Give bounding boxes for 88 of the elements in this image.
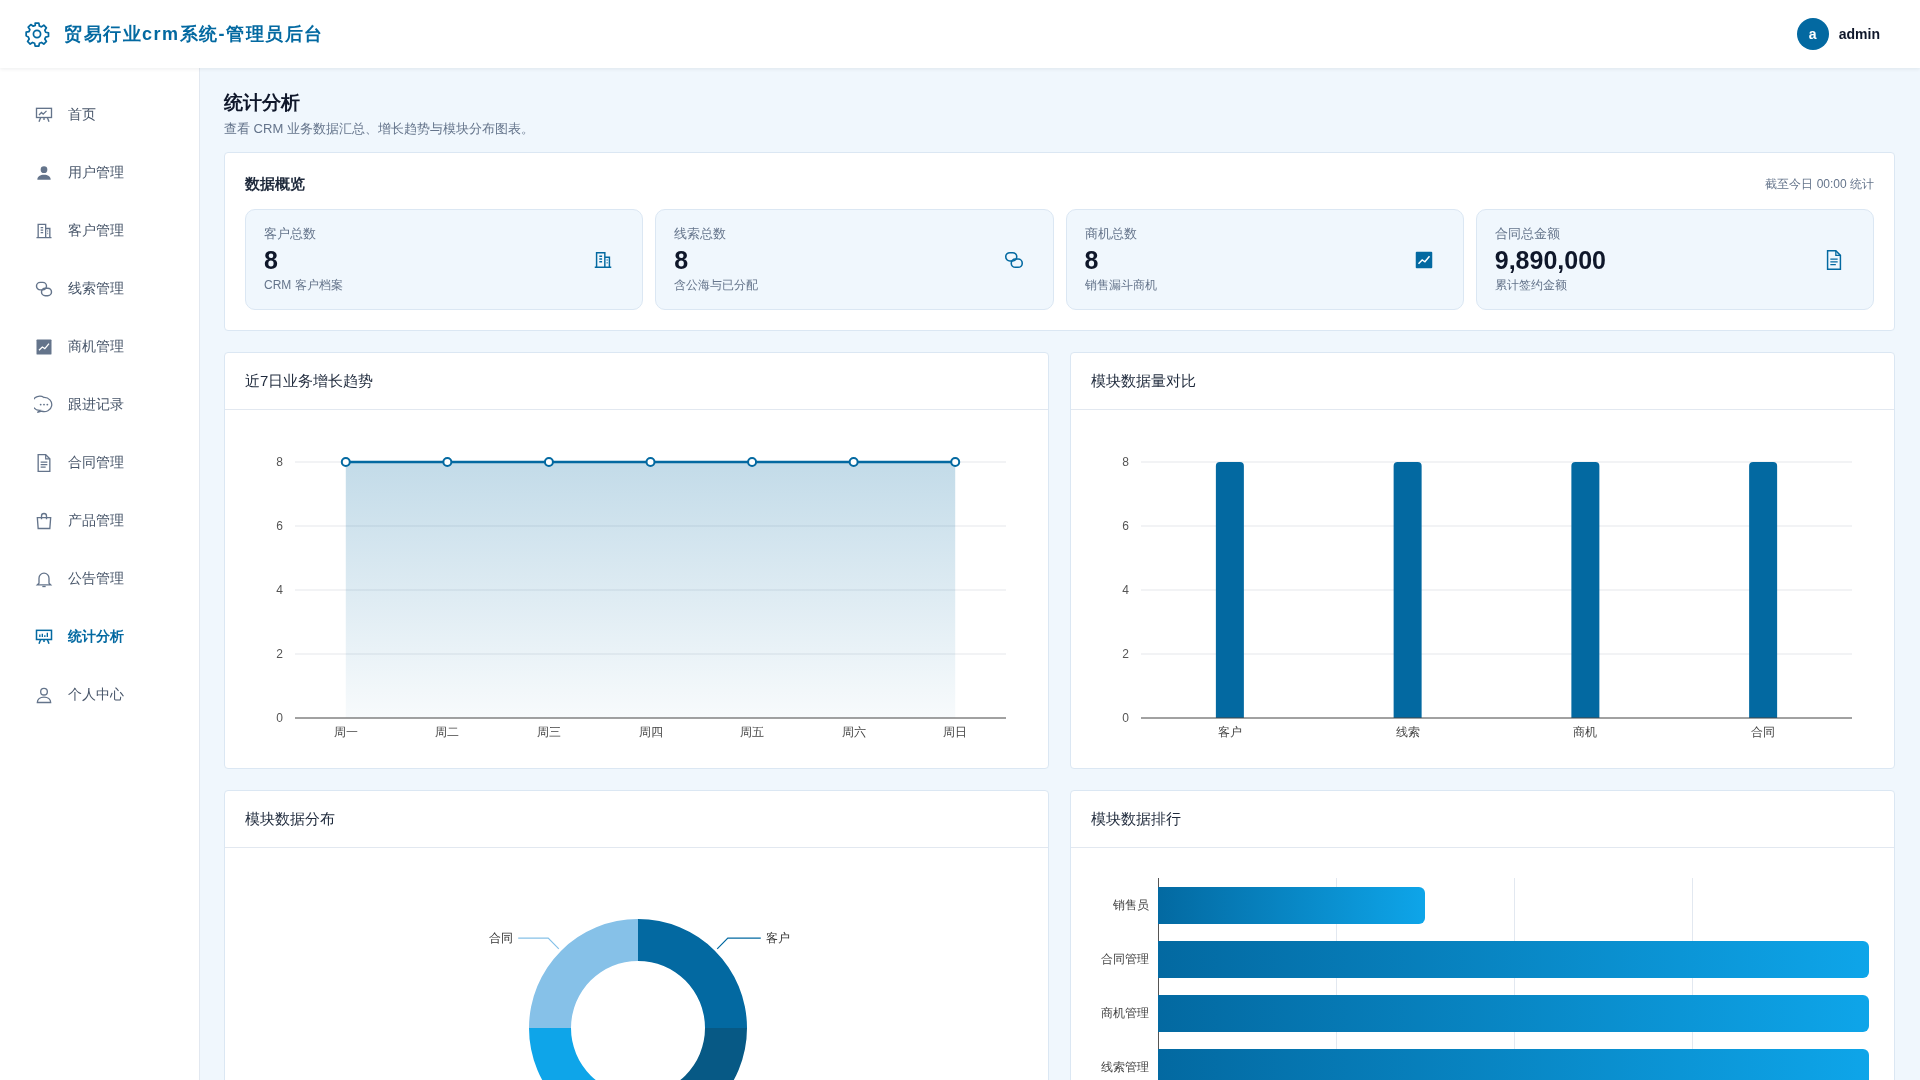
- axis-tick-label: 8: [1122, 455, 1129, 469]
- link-icon: [34, 279, 54, 299]
- chat-icon: [34, 395, 54, 415]
- axis-category-label: 周三: [536, 725, 561, 739]
- page-title: 统计分析: [224, 91, 301, 115]
- sidebar-item[interactable]: 合同管理: [0, 434, 199, 492]
- sidebar-item[interactable]: 公告管理: [0, 550, 199, 608]
- axis-category-label: 周五: [740, 725, 765, 739]
- stats-note: 截至今日 00:00 统计: [1765, 175, 1874, 193]
- ranking-bar[interactable]: [1158, 940, 1869, 978]
- user-name[interactable]: admin: [1838, 26, 1880, 42]
- panel-title: 模块数据排行: [1091, 809, 1181, 829]
- ranking-label: 商机管理: [1100, 1004, 1149, 1022]
- data-point[interactable]: [645, 457, 656, 467]
- user-icon: [34, 685, 54, 705]
- sidebar-item[interactable]: 统计分析: [0, 608, 199, 666]
- axis-category-label: 线索: [1395, 725, 1420, 739]
- slice-label: 合同: [489, 931, 514, 946]
- stat-caption: 累计签约金额: [1494, 277, 1568, 294]
- bar[interactable]: [1393, 462, 1422, 718]
- stat-value: 8: [264, 246, 279, 275]
- stat-value: 8: [674, 246, 690, 275]
- easel-chart-icon: [34, 105, 54, 125]
- data-point[interactable]: [848, 457, 859, 467]
- sidebar-item[interactable]: 线索管理: [0, 260, 199, 318]
- data-point[interactable]: [340, 457, 351, 467]
- axis-tick-label: 4: [276, 583, 283, 597]
- stat-caption: 销售漏斗商机: [1084, 277, 1157, 294]
- axis-tick-label: 2: [276, 647, 283, 661]
- leader-line: [716, 937, 762, 950]
- panel-title: 近7日业务增长趋势: [245, 371, 374, 391]
- panel-title: 模块数据量对比: [1091, 371, 1196, 391]
- sidebar-item[interactable]: 跟进记录: [0, 376, 199, 434]
- easel-chart-icon: [34, 627, 54, 647]
- data-point[interactable]: [442, 457, 453, 467]
- sidebar-item[interactable]: 首页: [0, 86, 199, 144]
- sidebar-item[interactable]: 客户管理: [0, 202, 199, 260]
- ranking-bar[interactable]: [1158, 1048, 1869, 1080]
- sidebar-item[interactable]: 产品管理: [0, 492, 199, 550]
- slice-label: 客户: [765, 931, 790, 946]
- stat-caption: CRM 客户档案: [264, 277, 343, 294]
- section-title: 数据概览: [245, 174, 305, 194]
- page-subtitle: 查看 CRM 业务数据汇总、增长趋势与模块分布图表。: [224, 120, 535, 138]
- bar[interactable]: [1215, 462, 1244, 718]
- axis-tick-label: 4: [1122, 583, 1129, 597]
- stat-value: 8: [1084, 246, 1100, 275]
- axis-tick-label: 8: [276, 455, 283, 469]
- stat-value: 9,890,000: [1494, 246, 1606, 275]
- stat-label: 客户总数: [264, 225, 317, 243]
- app-title: 贸易行业crm系统-管理员后台: [64, 23, 324, 46]
- chart-icon: [34, 337, 54, 357]
- axis-category-label: 商机: [1573, 725, 1598, 739]
- ranking-label: 合同管理: [1100, 950, 1149, 968]
- axis-category-label: 周日: [943, 725, 968, 739]
- building-icon: [34, 221, 54, 241]
- avatar[interactable]: a: [1796, 18, 1829, 50]
- axis-tick-label: 0: [1122, 711, 1129, 725]
- stat-label: 合同总金额: [1494, 225, 1561, 243]
- stat-caption: 含公海与已分配: [674, 277, 759, 294]
- stat-label: 线索总数: [674, 225, 728, 243]
- axis-category-label: 合同: [1751, 725, 1776, 739]
- stat-label: 商机总数: [1084, 225, 1138, 243]
- leader-line: [517, 937, 560, 950]
- bar[interactable]: [1571, 462, 1600, 718]
- bag-icon: [34, 511, 54, 531]
- user-icon: [34, 163, 54, 183]
- data-point[interactable]: [543, 457, 554, 467]
- bar[interactable]: [1749, 462, 1778, 718]
- data-point[interactable]: [747, 457, 758, 467]
- axis-category-label: 周四: [638, 725, 663, 739]
- ranking-bar[interactable]: [1158, 886, 1425, 924]
- axis-tick-label: 6: [276, 519, 283, 533]
- settings-icon: [24, 21, 50, 47]
- ranking-label: 销售员: [1112, 896, 1149, 914]
- axis-tick-label: 2: [1122, 647, 1129, 661]
- sidebar-item[interactable]: 个人中心: [0, 666, 199, 724]
- sidebar-item[interactable]: 商机管理: [0, 318, 199, 376]
- panel-title: 模块数据分布: [245, 809, 335, 829]
- axis-tick-label: 0: [276, 711, 283, 725]
- axis-category-label: 周二: [435, 725, 460, 739]
- ranking-bar[interactable]: [1158, 994, 1869, 1032]
- axis-category-label: 周一: [333, 725, 358, 739]
- ranking-label: 线索管理: [1100, 1058, 1149, 1076]
- axis-category-label: 客户: [1217, 725, 1242, 739]
- axis-tick-label: 6: [1122, 519, 1129, 533]
- data-point[interactable]: [950, 457, 961, 467]
- axis-category-label: 周六: [841, 725, 866, 739]
- sidebar-item[interactable]: 用户管理: [0, 144, 199, 202]
